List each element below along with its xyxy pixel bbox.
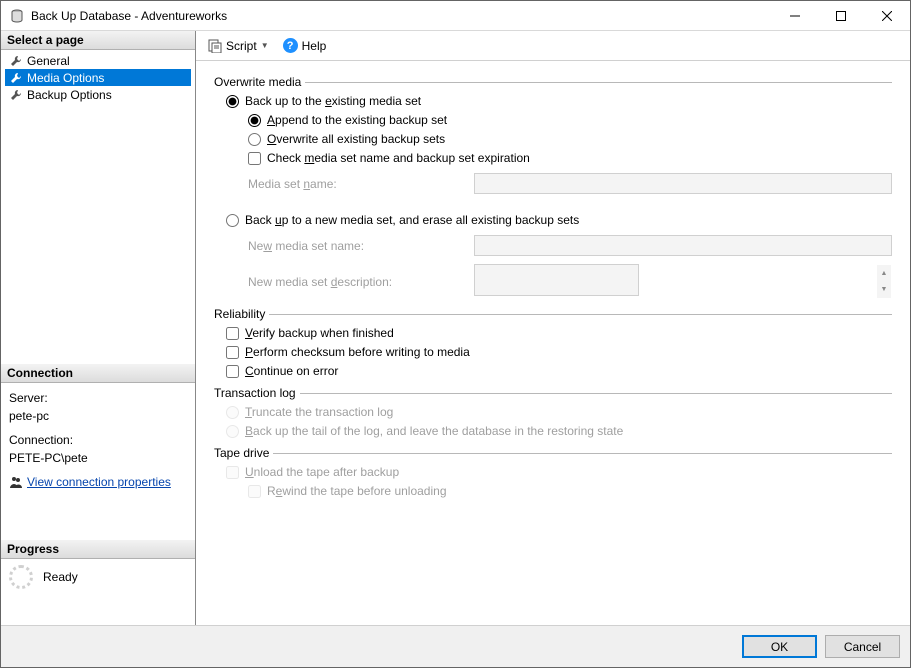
view-connection-properties-link[interactable]: View connection properties bbox=[9, 473, 171, 491]
progress-block: Ready bbox=[1, 559, 195, 595]
row-new-media-name: New media set name: bbox=[248, 235, 892, 256]
script-label: Script bbox=[226, 39, 257, 53]
connection-value: PETE-PC\pete bbox=[9, 449, 187, 467]
button-bar: OK Cancel bbox=[1, 625, 910, 667]
checkbox-check-media-input[interactable] bbox=[248, 152, 261, 165]
wrench-icon bbox=[9, 88, 23, 102]
toolbar: Script ▼ ? Help bbox=[196, 31, 910, 61]
checkbox-checksum-input[interactable] bbox=[226, 346, 239, 359]
radio-truncate-input bbox=[226, 406, 239, 419]
link-text: View connection properties bbox=[27, 473, 171, 491]
page-label: Backup Options bbox=[27, 88, 112, 102]
connection-header: Connection bbox=[1, 364, 195, 383]
radio-backup-new-input[interactable] bbox=[226, 214, 239, 227]
help-button[interactable]: ? Help bbox=[279, 36, 331, 55]
group-reliability: Reliability Verify backup when finished … bbox=[214, 307, 892, 378]
help-label: Help bbox=[302, 39, 327, 53]
minimize-button[interactable] bbox=[772, 1, 818, 31]
input-new-media-name bbox=[474, 235, 892, 256]
checkbox-continue[interactable]: Continue on error bbox=[226, 364, 892, 378]
page-backup-options[interactable]: Backup Options bbox=[5, 86, 191, 103]
connection-label: Connection: bbox=[9, 431, 187, 449]
checkbox-check-media[interactable]: Check media set name and backup set expi… bbox=[248, 151, 892, 165]
window-title: Back Up Database - Adventureworks bbox=[31, 9, 772, 23]
ok-button[interactable]: OK bbox=[742, 635, 817, 658]
close-button[interactable] bbox=[864, 1, 910, 31]
cancel-button[interactable]: Cancel bbox=[825, 635, 900, 658]
titlebar: Back Up Database - Adventureworks bbox=[1, 1, 910, 31]
radio-backup-existing-input[interactable] bbox=[226, 95, 239, 108]
wrench-icon bbox=[9, 54, 23, 68]
group-title: Tape drive bbox=[214, 446, 269, 460]
checkbox-unload-input bbox=[226, 466, 239, 479]
radio-backup-existing[interactable]: Back up to the existing media set bbox=[226, 94, 892, 108]
page-list: General Media Options Backup Options bbox=[1, 50, 195, 111]
radio-overwrite-all-input[interactable] bbox=[248, 133, 261, 146]
checkbox-rewind-input bbox=[248, 485, 261, 498]
select-page-header: Select a page bbox=[1, 31, 195, 50]
main-panel: Script ▼ ? Help Overwrite media Back up … bbox=[196, 31, 910, 625]
progress-header: Progress bbox=[1, 540, 195, 559]
script-icon bbox=[208, 39, 222, 53]
radio-append-existing-input[interactable] bbox=[248, 114, 261, 127]
textarea-scroll: ▲▼ bbox=[877, 265, 891, 298]
group-transaction-log: Transaction log Truncate the transaction… bbox=[214, 386, 892, 438]
chevron-down-icon: ▼ bbox=[261, 41, 269, 50]
page-media-options[interactable]: Media Options bbox=[5, 69, 191, 86]
checkbox-unload: Unload the tape after backup bbox=[226, 465, 892, 479]
checkbox-rewind: Rewind the tape before unloading bbox=[248, 484, 892, 498]
radio-backup-tail-input bbox=[226, 425, 239, 438]
row-new-media-desc: New media set description: ▲▼ bbox=[248, 264, 892, 299]
row-media-set-name: Media set name: bbox=[248, 173, 892, 194]
checkbox-verify-input[interactable] bbox=[226, 327, 239, 340]
group-tape-drive: Tape drive Unload the tape after backup … bbox=[214, 446, 892, 498]
checkbox-checksum[interactable]: Perform checksum before writing to media bbox=[226, 345, 892, 359]
group-title: Transaction log bbox=[214, 386, 296, 400]
maximize-button[interactable] bbox=[818, 1, 864, 31]
page-general[interactable]: General bbox=[5, 52, 191, 69]
radio-backup-new[interactable]: Back up to a new media set, and erase al… bbox=[226, 213, 892, 227]
help-icon: ? bbox=[283, 38, 298, 53]
group-title: Overwrite media bbox=[214, 75, 301, 89]
input-new-media-desc bbox=[474, 264, 639, 296]
checkbox-continue-input[interactable] bbox=[226, 365, 239, 378]
connection-block: Server: pete-pc Connection: PETE-PC\pete… bbox=[1, 383, 195, 500]
script-button[interactable]: Script ▼ bbox=[204, 37, 273, 55]
people-icon bbox=[9, 475, 23, 489]
window-buttons bbox=[772, 1, 910, 31]
sidebar: Select a page General Media Options Back… bbox=[1, 31, 196, 625]
input-media-set-name bbox=[474, 173, 892, 194]
radio-backup-tail: Back up the tail of the log, and leave t… bbox=[226, 424, 892, 438]
group-title: Reliability bbox=[214, 307, 265, 321]
group-overwrite-media: Overwrite media Back up to the existing … bbox=[214, 75, 892, 299]
radio-truncate: Truncate the transaction log bbox=[226, 405, 892, 419]
progress-status: Ready bbox=[43, 570, 78, 584]
server-value: pete-pc bbox=[9, 407, 187, 425]
checkbox-verify[interactable]: Verify backup when finished bbox=[226, 326, 892, 340]
radio-overwrite-all[interactable]: Overwrite all existing backup sets bbox=[248, 132, 892, 146]
database-icon bbox=[9, 8, 25, 24]
server-label: Server: bbox=[9, 389, 187, 407]
radio-append-existing[interactable]: Append to the existing backup set bbox=[248, 113, 892, 127]
page-label: General bbox=[27, 54, 70, 68]
page-label: Media Options bbox=[27, 71, 104, 85]
wrench-icon bbox=[9, 71, 23, 85]
progress-spinner-icon bbox=[9, 565, 33, 589]
